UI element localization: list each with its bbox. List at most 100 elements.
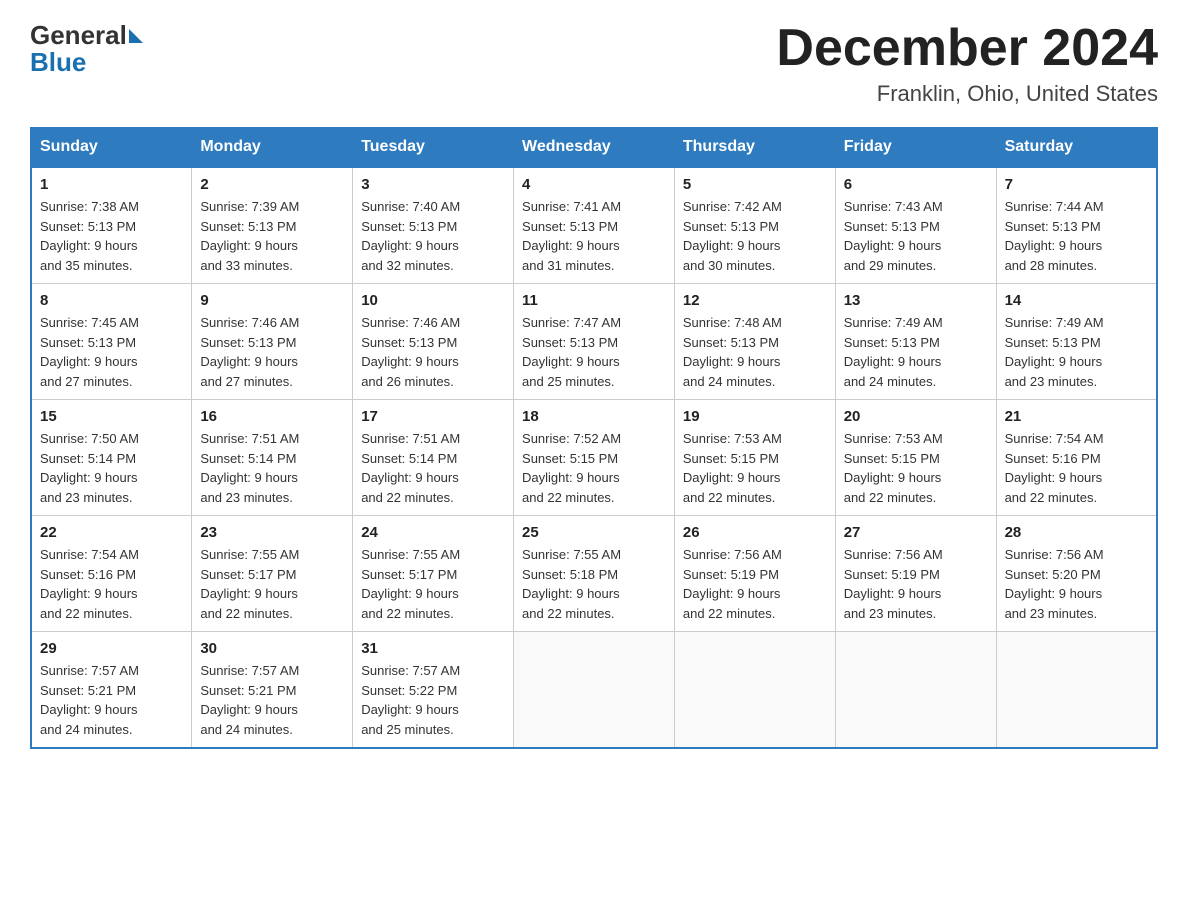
page-header: General Blue December 2024 Franklin, Ohi… <box>30 20 1158 107</box>
calendar-cell: 27 Sunrise: 7:56 AM Sunset: 5:19 PM Dayl… <box>835 516 996 632</box>
calendar-cell: 17 Sunrise: 7:51 AM Sunset: 5:14 PM Dayl… <box>353 400 514 516</box>
calendar-week-2: 8 Sunrise: 7:45 AM Sunset: 5:13 PM Dayli… <box>31 284 1157 400</box>
day-number: 5 <box>683 176 827 193</box>
calendar-cell: 18 Sunrise: 7:52 AM Sunset: 5:15 PM Dayl… <box>514 400 675 516</box>
day-number: 30 <box>200 640 344 657</box>
day-info: Sunrise: 7:45 AM Sunset: 5:13 PM Dayligh… <box>40 313 183 391</box>
day-number: 16 <box>200 408 344 425</box>
header-tuesday: Tuesday <box>353 128 514 168</box>
day-info: Sunrise: 7:44 AM Sunset: 5:13 PM Dayligh… <box>1005 197 1148 275</box>
day-number: 17 <box>361 408 505 425</box>
header-wednesday: Wednesday <box>514 128 675 168</box>
day-info: Sunrise: 7:51 AM Sunset: 5:14 PM Dayligh… <box>200 429 344 507</box>
day-info: Sunrise: 7:46 AM Sunset: 5:13 PM Dayligh… <box>361 313 505 391</box>
day-number: 11 <box>522 292 666 309</box>
day-number: 29 <box>40 640 183 657</box>
day-info: Sunrise: 7:48 AM Sunset: 5:13 PM Dayligh… <box>683 313 827 391</box>
calendar-cell <box>996 632 1157 749</box>
day-number: 31 <box>361 640 505 657</box>
day-info: Sunrise: 7:52 AM Sunset: 5:15 PM Dayligh… <box>522 429 666 507</box>
calendar-cell: 28 Sunrise: 7:56 AM Sunset: 5:20 PM Dayl… <box>996 516 1157 632</box>
calendar-cell: 5 Sunrise: 7:42 AM Sunset: 5:13 PM Dayli… <box>674 167 835 284</box>
calendar-cell: 31 Sunrise: 7:57 AM Sunset: 5:22 PM Dayl… <box>353 632 514 749</box>
day-info: Sunrise: 7:54 AM Sunset: 5:16 PM Dayligh… <box>40 545 183 623</box>
day-number: 20 <box>844 408 988 425</box>
day-info: Sunrise: 7:39 AM Sunset: 5:13 PM Dayligh… <box>200 197 344 275</box>
calendar-cell: 1 Sunrise: 7:38 AM Sunset: 5:13 PM Dayli… <box>31 167 192 284</box>
calendar-cell: 21 Sunrise: 7:54 AM Sunset: 5:16 PM Dayl… <box>996 400 1157 516</box>
day-number: 24 <box>361 524 505 541</box>
calendar-cell <box>835 632 996 749</box>
day-info: Sunrise: 7:55 AM Sunset: 5:17 PM Dayligh… <box>361 545 505 623</box>
calendar-week-3: 15 Sunrise: 7:50 AM Sunset: 5:14 PM Dayl… <box>31 400 1157 516</box>
header-saturday: Saturday <box>996 128 1157 168</box>
calendar-cell: 12 Sunrise: 7:48 AM Sunset: 5:13 PM Dayl… <box>674 284 835 400</box>
calendar-cell: 29 Sunrise: 7:57 AM Sunset: 5:21 PM Dayl… <box>31 632 192 749</box>
day-number: 15 <box>40 408 183 425</box>
logo: General Blue <box>30 20 145 78</box>
day-info: Sunrise: 7:53 AM Sunset: 5:15 PM Dayligh… <box>844 429 988 507</box>
calendar-cell: 15 Sunrise: 7:50 AM Sunset: 5:14 PM Dayl… <box>31 400 192 516</box>
calendar-cell: 7 Sunrise: 7:44 AM Sunset: 5:13 PM Dayli… <box>996 167 1157 284</box>
day-info: Sunrise: 7:51 AM Sunset: 5:14 PM Dayligh… <box>361 429 505 507</box>
day-number: 4 <box>522 176 666 193</box>
day-info: Sunrise: 7:47 AM Sunset: 5:13 PM Dayligh… <box>522 313 666 391</box>
calendar-cell: 6 Sunrise: 7:43 AM Sunset: 5:13 PM Dayli… <box>835 167 996 284</box>
day-number: 28 <box>1005 524 1148 541</box>
day-info: Sunrise: 7:55 AM Sunset: 5:18 PM Dayligh… <box>522 545 666 623</box>
day-number: 18 <box>522 408 666 425</box>
calendar-cell: 24 Sunrise: 7:55 AM Sunset: 5:17 PM Dayl… <box>353 516 514 632</box>
calendar-cell: 26 Sunrise: 7:56 AM Sunset: 5:19 PM Dayl… <box>674 516 835 632</box>
calendar-cell: 3 Sunrise: 7:40 AM Sunset: 5:13 PM Dayli… <box>353 167 514 284</box>
day-number: 1 <box>40 176 183 193</box>
day-number: 22 <box>40 524 183 541</box>
logo-arrow-icon <box>129 29 143 43</box>
day-number: 12 <box>683 292 827 309</box>
day-info: Sunrise: 7:42 AM Sunset: 5:13 PM Dayligh… <box>683 197 827 275</box>
day-info: Sunrise: 7:54 AM Sunset: 5:16 PM Dayligh… <box>1005 429 1148 507</box>
title-section: December 2024 Franklin, Ohio, United Sta… <box>776 20 1158 107</box>
day-number: 14 <box>1005 292 1148 309</box>
day-number: 19 <box>683 408 827 425</box>
calendar-cell: 13 Sunrise: 7:49 AM Sunset: 5:13 PM Dayl… <box>835 284 996 400</box>
calendar-cell: 25 Sunrise: 7:55 AM Sunset: 5:18 PM Dayl… <box>514 516 675 632</box>
calendar-cell <box>514 632 675 749</box>
day-info: Sunrise: 7:43 AM Sunset: 5:13 PM Dayligh… <box>844 197 988 275</box>
calendar-table: Sunday Monday Tuesday Wednesday Thursday… <box>30 127 1158 749</box>
day-number: 21 <box>1005 408 1148 425</box>
day-info: Sunrise: 7:57 AM Sunset: 5:22 PM Dayligh… <box>361 661 505 739</box>
calendar-cell: 14 Sunrise: 7:49 AM Sunset: 5:13 PM Dayl… <box>996 284 1157 400</box>
calendar-cell: 4 Sunrise: 7:41 AM Sunset: 5:13 PM Dayli… <box>514 167 675 284</box>
day-info: Sunrise: 7:56 AM Sunset: 5:19 PM Dayligh… <box>683 545 827 623</box>
day-info: Sunrise: 7:49 AM Sunset: 5:13 PM Dayligh… <box>1005 313 1148 391</box>
header-row: Sunday Monday Tuesday Wednesday Thursday… <box>31 128 1157 168</box>
day-info: Sunrise: 7:49 AM Sunset: 5:13 PM Dayligh… <box>844 313 988 391</box>
day-info: Sunrise: 7:40 AM Sunset: 5:13 PM Dayligh… <box>361 197 505 275</box>
day-number: 26 <box>683 524 827 541</box>
calendar-subtitle: Franklin, Ohio, United States <box>776 81 1158 107</box>
day-info: Sunrise: 7:53 AM Sunset: 5:15 PM Dayligh… <box>683 429 827 507</box>
calendar-cell: 20 Sunrise: 7:53 AM Sunset: 5:15 PM Dayl… <box>835 400 996 516</box>
calendar-cell: 2 Sunrise: 7:39 AM Sunset: 5:13 PM Dayli… <box>192 167 353 284</box>
calendar-cell: 22 Sunrise: 7:54 AM Sunset: 5:16 PM Dayl… <box>31 516 192 632</box>
day-number: 6 <box>844 176 988 193</box>
calendar-week-5: 29 Sunrise: 7:57 AM Sunset: 5:21 PM Dayl… <box>31 632 1157 749</box>
calendar-cell: 23 Sunrise: 7:55 AM Sunset: 5:17 PM Dayl… <box>192 516 353 632</box>
day-number: 10 <box>361 292 505 309</box>
header-monday: Monday <box>192 128 353 168</box>
day-info: Sunrise: 7:57 AM Sunset: 5:21 PM Dayligh… <box>40 661 183 739</box>
day-number: 23 <box>200 524 344 541</box>
day-number: 7 <box>1005 176 1148 193</box>
header-friday: Friday <box>835 128 996 168</box>
day-number: 3 <box>361 176 505 193</box>
day-info: Sunrise: 7:38 AM Sunset: 5:13 PM Dayligh… <box>40 197 183 275</box>
calendar-cell: 16 Sunrise: 7:51 AM Sunset: 5:14 PM Dayl… <box>192 400 353 516</box>
header-thursday: Thursday <box>674 128 835 168</box>
calendar-cell: 9 Sunrise: 7:46 AM Sunset: 5:13 PM Dayli… <box>192 284 353 400</box>
day-info: Sunrise: 7:46 AM Sunset: 5:13 PM Dayligh… <box>200 313 344 391</box>
day-number: 9 <box>200 292 344 309</box>
day-number: 8 <box>40 292 183 309</box>
calendar-cell <box>674 632 835 749</box>
calendar-cell: 19 Sunrise: 7:53 AM Sunset: 5:15 PM Dayl… <box>674 400 835 516</box>
logo-blue-text: Blue <box>30 47 86 78</box>
